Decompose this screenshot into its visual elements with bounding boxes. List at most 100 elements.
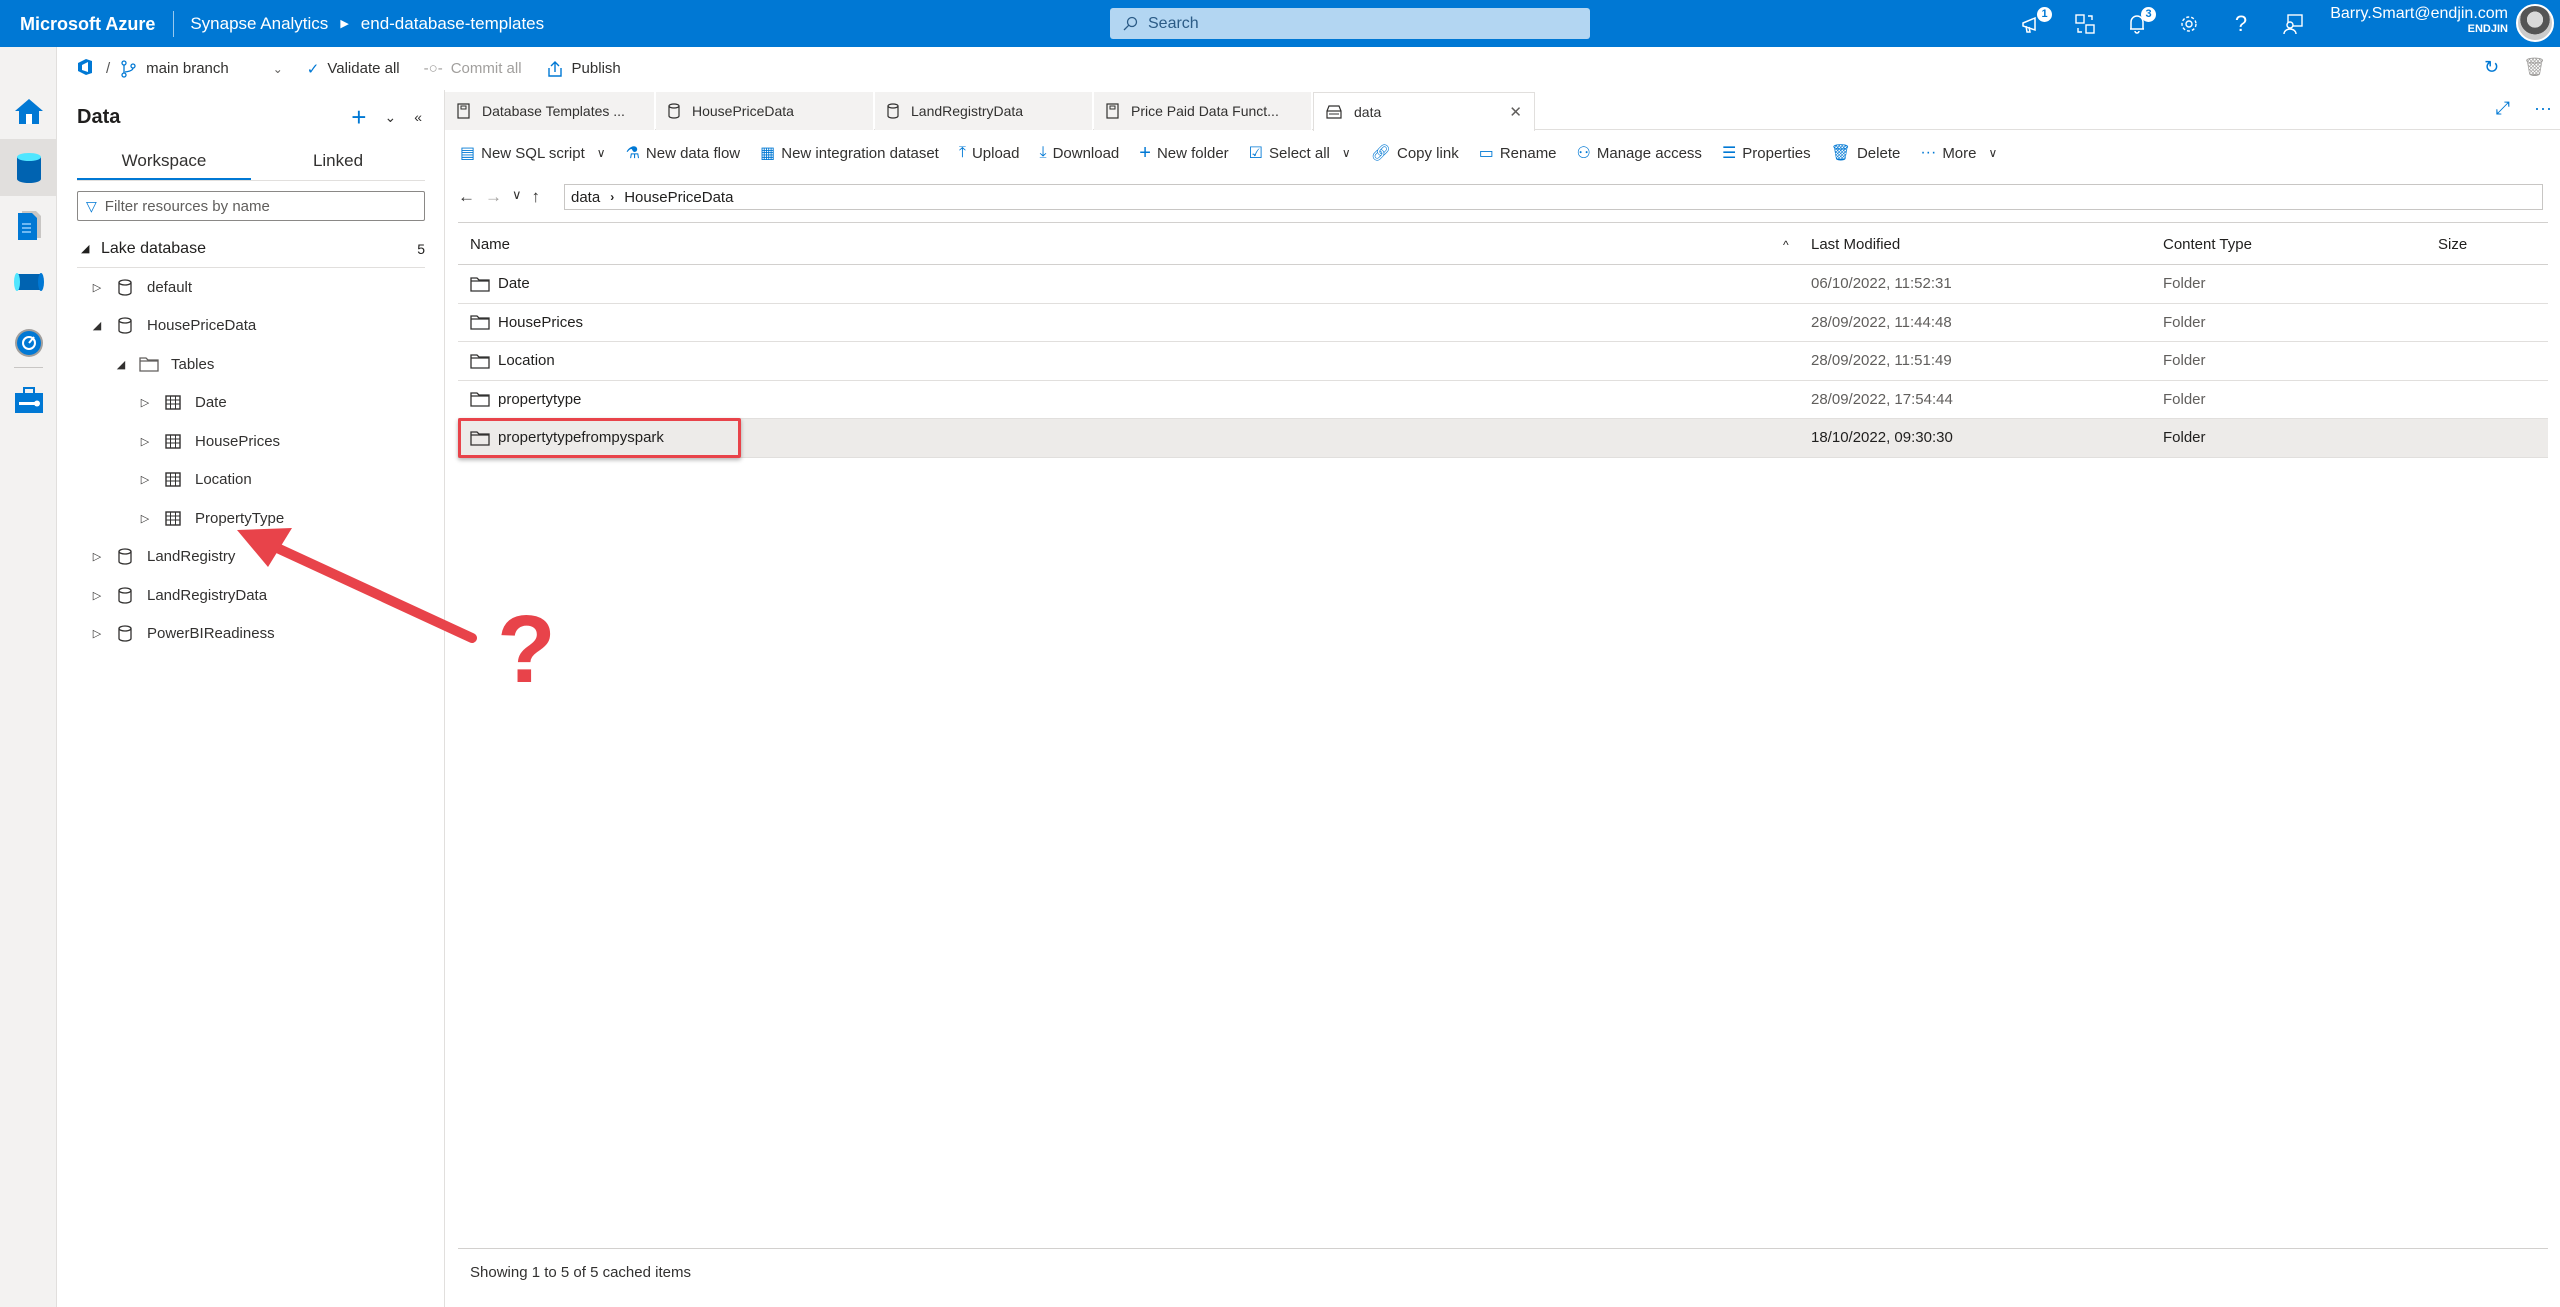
filter-placeholder: Filter resources by name <box>104 197 270 215</box>
collapsed-caret-icon[interactable]: ▷ <box>89 627 105 640</box>
manage-access-button[interactable]: ⚇ Manage access <box>1577 143 1702 163</box>
directory-switch-button[interactable] <box>2072 11 2098 37</box>
download-button[interactable]: ⤓ Download <box>1039 144 1119 162</box>
tree-item[interactable]: ▷ HousePrices <box>77 422 425 461</box>
table-row[interactable]: HousePrices 28/09/2022, 11:44:48 Folder <box>458 304 2548 342</box>
path-segment-root[interactable]: data <box>571 189 600 206</box>
tree-item[interactable]: ▷ Date <box>77 384 425 423</box>
table-row[interactable]: Location 28/09/2022, 11:51:49 Folder <box>458 342 2548 381</box>
forward-arrow-icon[interactable]: → <box>485 187 502 207</box>
rail-home[interactable] <box>0 82 57 139</box>
discard-icon[interactable]: 🗑 <box>2523 57 2546 78</box>
collapsed-caret-icon[interactable]: ▷ <box>137 512 153 525</box>
doc-tab-housepricedata[interactable]: HousePriceData <box>656 92 874 130</box>
new-data-flow-button[interactable]: ⚗ New data flow <box>626 143 741 163</box>
expanded-caret-icon[interactable]: ◢ <box>89 319 105 332</box>
new-integration-dataset-button[interactable]: ▦ New integration dataset <box>760 143 939 163</box>
tab-workspace[interactable]: Workspace <box>77 145 251 180</box>
column-last-modified[interactable]: Last Modified <box>1803 236 2163 253</box>
rail-monitor[interactable] <box>0 314 57 371</box>
section-lake-database[interactable]: ◢ Lake database 5 <box>77 230 425 268</box>
settings-button[interactable] <box>2176 11 2202 37</box>
publish-label: Publish <box>571 60 621 77</box>
more-options-icon[interactable]: ··· <box>2534 98 2552 119</box>
table-row[interactable]: propertytypefrompyspark 18/10/2022, 09:30… <box>458 419 2548 458</box>
doc-tab-landregistrydata[interactable]: LandRegistryData <box>875 92 1093 130</box>
cell-name[interactable]: propertytypefrompyspark <box>458 429 1783 446</box>
properties-button[interactable]: ☰ Properties <box>1722 143 1811 163</box>
more-button[interactable]: ··· More ∨ <box>1920 144 1997 162</box>
close-tab-button[interactable]: ✕ <box>1509 103 1522 121</box>
tree-item[interactable]: ▷ PowerBIReadiness <box>77 615 425 654</box>
announcements-button[interactable]: 1 <box>2020 6 2052 37</box>
copy-link-button[interactable]: 🔗︎ Copy link <box>1371 143 1459 163</box>
rail-manage[interactable] <box>0 371 57 428</box>
tree-item[interactable]: ◢ HousePriceData <box>77 307 425 346</box>
maximize-icon[interactable]: ⤢ <box>2496 98 2510 119</box>
tree-item[interactable]: ▷ Location <box>77 461 425 500</box>
collapsed-caret-icon[interactable]: ▷ <box>89 589 105 602</box>
avatar[interactable] <box>2516 4 2554 42</box>
search-placeholder: Search <box>1148 14 1199 32</box>
column-content-type[interactable]: Content Type <box>2163 236 2438 253</box>
tree-item[interactable]: ▷ PropertyType <box>77 499 425 538</box>
doc-tab-database-templates[interactable]: Database Templates ... <box>445 92 655 130</box>
collapsed-caret-icon[interactable]: ▷ <box>89 281 105 294</box>
notifications-button[interactable]: 3 <box>2124 6 2156 37</box>
feedback-button[interactable] <box>2280 11 2306 37</box>
collapsed-caret-icon[interactable]: ▷ <box>137 473 153 486</box>
devops-repo-icon[interactable] <box>76 58 96 80</box>
tree-item[interactable]: ▷ default <box>77 268 425 307</box>
workspace-link[interactable]: end-database-templates <box>361 14 544 34</box>
column-size[interactable]: Size <box>2438 236 2548 253</box>
refresh-icon[interactable]: ↻ <box>2484 57 2499 78</box>
notebook-icon <box>457 103 470 119</box>
new-sql-script-button[interactable]: ▤ New SQL script ∨ <box>460 143 606 163</box>
workspace-breadcrumb: Synapse Analytics ▶ end-database-templat… <box>174 14 544 34</box>
tree-item[interactable]: ▷ LandRegistry <box>77 538 425 577</box>
publish-button[interactable]: Publish <box>546 60 621 78</box>
user-account[interactable]: Barry.Smart@endjin.com ENDJIN <box>2330 5 2508 35</box>
doc-tab-data[interactable]: data ✕ <box>1313 92 1535 131</box>
search-input[interactable]: Search <box>1110 8 1590 39</box>
collapsed-caret-icon[interactable]: ▷ <box>89 550 105 563</box>
sort-ascending-icon[interactable]: ^ <box>1783 238 1803 252</box>
delete-button[interactable]: 🗑︎ Delete <box>1831 143 1901 163</box>
rail-develop[interactable] <box>0 196 57 253</box>
validate-all-button[interactable]: ✓ Validate all <box>307 60 400 78</box>
tab-linked[interactable]: Linked <box>251 145 425 180</box>
cell-name[interactable]: propertytype <box>458 391 1783 408</box>
commit-all-button[interactable]: -○- Commit all <box>424 60 522 77</box>
help-button[interactable]: ? <box>2228 11 2254 37</box>
expanded-caret-icon[interactable]: ◢ <box>113 358 129 371</box>
back-arrow-icon[interactable]: ← <box>458 187 475 207</box>
cell-name[interactable]: Location <box>458 352 1783 369</box>
history-chevron-icon[interactable]: ∨ <box>512 187 522 207</box>
path-segment-current[interactable]: HousePriceData <box>624 189 733 206</box>
rail-data[interactable] <box>0 139 57 196</box>
rail-integrate[interactable] <box>0 253 57 310</box>
select-all-button[interactable]: ☑ Select all ∨ <box>1249 143 1351 163</box>
collapsed-caret-icon[interactable]: ▷ <box>137 396 153 409</box>
column-name[interactable]: Name <box>458 236 1783 253</box>
table-row[interactable]: Date 06/10/2022, 11:52:31 Folder <box>458 265 2548 304</box>
collapsed-caret-icon[interactable]: ▷ <box>137 435 153 448</box>
filter-input[interactable]: ▽ Filter resources by name <box>77 191 425 221</box>
brand-label[interactable]: Microsoft Azure <box>0 10 175 37</box>
branch-selector[interactable]: main branch ⌄ <box>120 59 283 78</box>
path-input[interactable]: data › HousePriceData <box>564 184 2543 210</box>
doc-tab-price-paid-data[interactable]: Price Paid Data Funct... <box>1094 92 1312 130</box>
cell-name[interactable]: Date <box>458 275 1783 292</box>
up-arrow-icon[interactable]: ↑ <box>532 187 541 207</box>
collapse-panel-button[interactable]: « <box>414 109 422 125</box>
rename-button[interactable]: ▭ Rename <box>1479 143 1557 163</box>
add-resource-button[interactable]: + <box>351 104 366 130</box>
cell-name[interactable]: HousePrices <box>458 314 1783 331</box>
collapse-all-button[interactable]: ⌄ <box>384 109 396 126</box>
table-row[interactable]: propertytype 28/09/2022, 17:54:44 Folder <box>458 381 2548 419</box>
tree-item[interactable]: ◢ Tables <box>77 345 425 384</box>
service-link[interactable]: Synapse Analytics <box>190 14 328 34</box>
new-folder-button[interactable]: + New folder <box>1139 142 1228 165</box>
upload-button[interactable]: ⤒ Upload <box>959 144 1020 162</box>
tree-item[interactable]: ▷ LandRegistryData <box>77 576 425 615</box>
